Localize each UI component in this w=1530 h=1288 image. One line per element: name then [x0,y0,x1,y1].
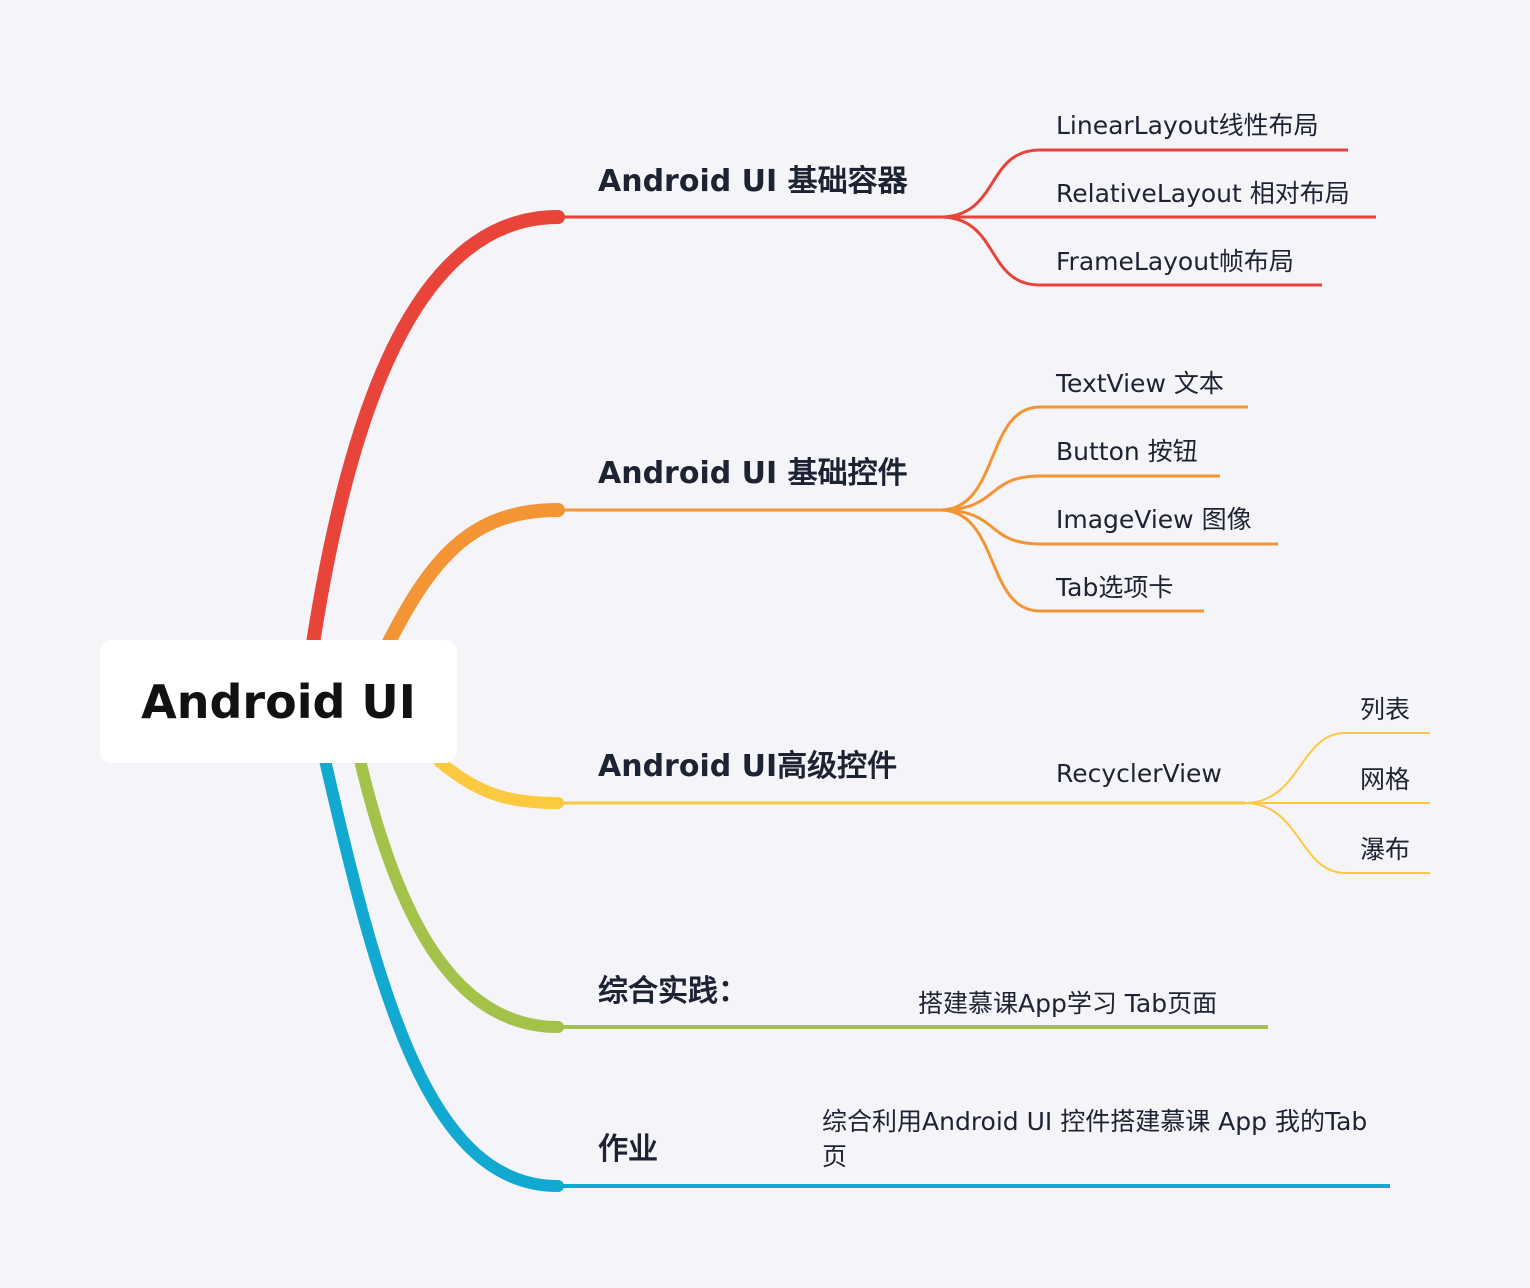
leaf-waterfall[interactable]: 瀑布 [1360,830,1410,866]
leaf-grid[interactable]: 网格 [1360,760,1410,796]
leaf-linearlayout[interactable]: LinearLayout线性布局 [1056,106,1319,142]
leaf-recyclerview[interactable]: RecyclerView [1056,759,1222,788]
branch-advanced[interactable]: Android UI高级控件 [598,741,897,785]
branch-widgets[interactable]: Android UI 基础控件 [598,448,908,492]
leaf-button[interactable]: Button 按钮 [1056,432,1198,468]
leaf-homework-task[interactable]: 综合利用Android UI 控件搭建慕课 App 我的Tab页 [822,1104,1392,1174]
leaf-relativelayout[interactable]: RelativeLayout 相对布局 [1056,174,1350,210]
leaf-textview[interactable]: TextView 文本 [1056,364,1224,400]
connector-root-to-widgets [378,503,565,657]
leaf-imageview[interactable]: ImageView 图像 [1056,500,1252,536]
branch-practice[interactable]: 综合实践： [598,966,748,1010]
root-label: Android UI [141,674,416,729]
leaf-list[interactable]: 列表 [1360,690,1410,726]
connector-root-to-containers [305,210,565,657]
leaf-practice-task[interactable]: 搭建慕课App学习 Tab页面 [918,984,1217,1020]
connector-root-to-advanced [434,756,564,809]
branch-homework[interactable]: 作业 [598,1124,658,1168]
leaf-tab[interactable]: Tab选项卡 [1056,568,1173,604]
root-node[interactable]: Android UI [100,640,457,763]
leaf-framelayout[interactable]: FrameLayout帧布局 [1056,242,1294,278]
connector-root-to-homework [319,754,564,1192]
branch-containers[interactable]: Android UI 基础容器 [598,156,908,200]
